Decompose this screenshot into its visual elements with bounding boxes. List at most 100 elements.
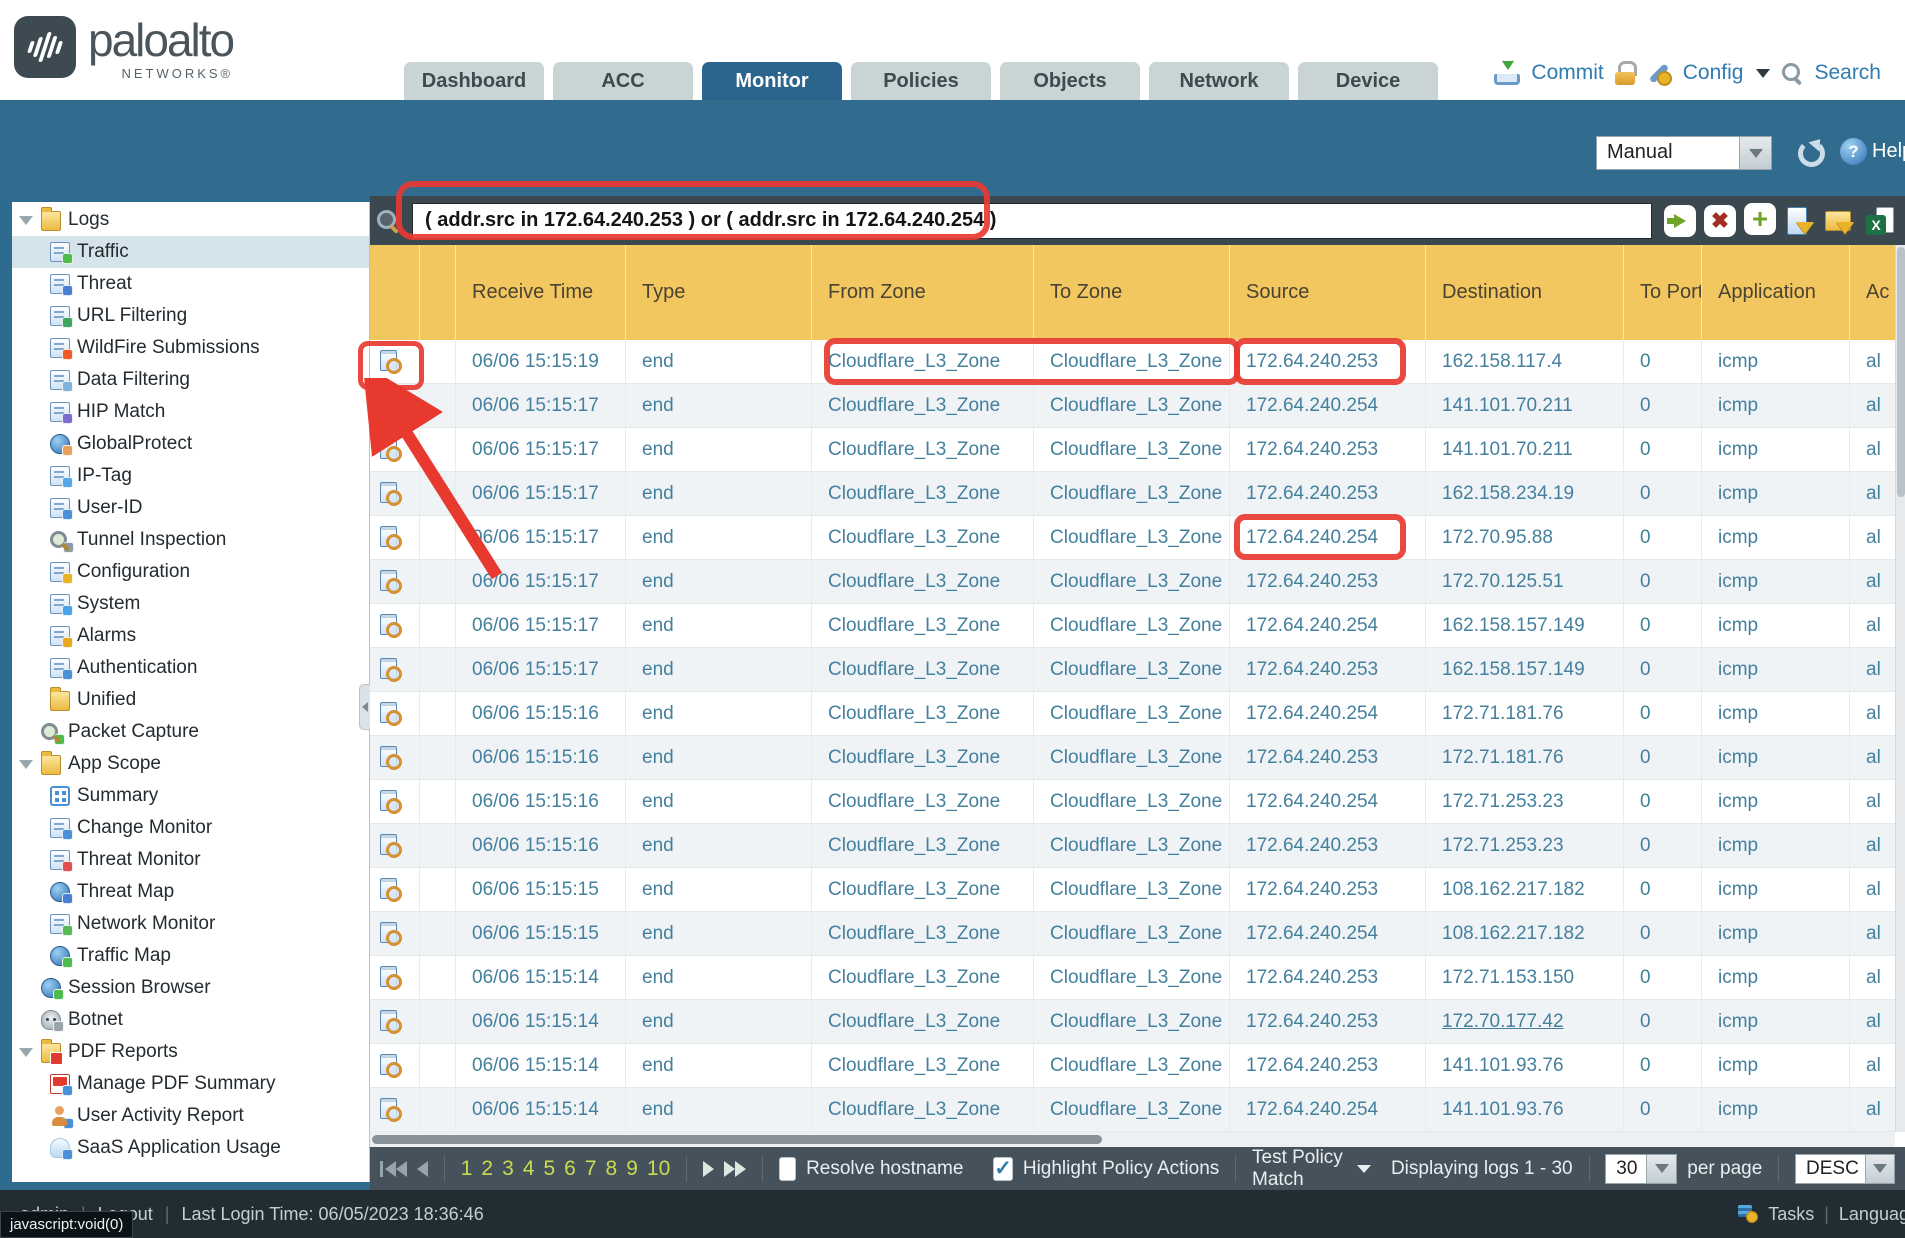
load-filter-icon[interactable]	[1824, 205, 1856, 237]
table-row[interactable]: 06/06 15:15:16 end Cloudflare_L3_Zone Cl…	[370, 736, 1895, 780]
table-row[interactable]: 06/06 15:15:14 end Cloudflare_L3_Zone Cl…	[370, 1000, 1895, 1044]
horizontal-scrollbar[interactable]	[370, 1132, 1895, 1147]
sidebar-item[interactable]: Traffic Map	[12, 940, 369, 972]
sidebar-item[interactable]: Threat Map	[12, 876, 369, 908]
page-number[interactable]: 1	[461, 1157, 473, 1181]
sidebar-item[interactable]: User Activity Report	[12, 1100, 369, 1132]
sort-order-select[interactable]: DESC	[1795, 1154, 1895, 1184]
config-button[interactable]: Config	[1683, 61, 1744, 85]
page-number[interactable]: 8	[606, 1157, 618, 1181]
page-number[interactable]: 5	[543, 1157, 555, 1181]
tab-monitor[interactable]: Monitor	[702, 62, 842, 100]
tab-dashboard[interactable]: Dashboard	[404, 62, 544, 100]
table-row[interactable]: 06/06 15:15:17 end Cloudflare_L3_Zone Cl…	[370, 516, 1895, 560]
log-detail-icon[interactable]	[380, 746, 402, 770]
filter-query-input[interactable]: ( addr.src in 172.64.240.253 ) or ( addr…	[412, 203, 1652, 239]
log-detail-icon[interactable]	[380, 658, 402, 682]
search-button[interactable]: Search	[1814, 61, 1881, 85]
config-caret-icon[interactable]	[1756, 69, 1770, 78]
table-row[interactable]: 06/06 15:15:17 end Cloudflare_L3_Zone Cl…	[370, 428, 1895, 472]
refresh-mode-select[interactable]: Manual	[1596, 136, 1772, 170]
sidebar-item[interactable]: Tunnel Inspection	[12, 524, 369, 556]
expander-icon[interactable]	[19, 216, 33, 225]
last-page-button[interactable]	[724, 1161, 746, 1177]
horizontal-scrollbar-thumb[interactable]	[372, 1135, 1102, 1144]
expander-icon[interactable]	[19, 760, 33, 769]
next-page-button[interactable]	[703, 1161, 714, 1177]
add-filter-button[interactable]: +	[1744, 203, 1776, 235]
sidebar-item[interactable]: URL Filtering	[12, 300, 369, 332]
sidebar-item[interactable]: Botnet	[12, 1004, 369, 1036]
sidebar-item[interactable]: Threat Monitor	[12, 844, 369, 876]
log-detail-icon[interactable]	[380, 614, 402, 638]
log-detail-icon[interactable]	[380, 702, 402, 726]
column-to-zone[interactable]: To Zone	[1034, 245, 1230, 340]
previous-page-button[interactable]	[417, 1161, 428, 1177]
filter-builder-icon[interactable]	[1784, 205, 1816, 237]
apply-filter-button[interactable]	[1664, 205, 1696, 237]
column-action[interactable]: Ac	[1850, 245, 1895, 340]
table-row[interactable]: 06/06 15:15:17 end Cloudflare_L3_Zone Cl…	[370, 560, 1895, 604]
tab-network[interactable]: Network	[1149, 62, 1289, 100]
page-number[interactable]: 10	[647, 1157, 670, 1181]
tab-acc[interactable]: ACC	[553, 62, 693, 100]
log-detail-icon[interactable]	[380, 1098, 402, 1122]
sidebar-item[interactable]: Summary	[12, 780, 369, 812]
table-row[interactable]: 06/06 15:15:16 end Cloudflare_L3_Zone Cl…	[370, 780, 1895, 824]
export-csv-icon[interactable]	[1864, 205, 1896, 237]
log-detail-icon[interactable]	[380, 1010, 402, 1034]
test-policy-match-button[interactable]: Test Policy Match	[1252, 1147, 1371, 1191]
log-detail-icon[interactable]	[380, 482, 402, 506]
sidebar-item[interactable]: GlobalProtect	[12, 428, 369, 460]
table-row[interactable]: 06/06 15:15:15 end Cloudflare_L3_Zone Cl…	[370, 868, 1895, 912]
table-row[interactable]: 06/06 15:15:16 end Cloudflare_L3_Zone Cl…	[370, 692, 1895, 736]
table-row[interactable]: 06/06 15:15:17 end Cloudflare_L3_Zone Cl…	[370, 384, 1895, 428]
log-detail-icon[interactable]	[380, 350, 402, 374]
help-icon[interactable]	[1840, 138, 1867, 165]
column-source[interactable]: Source	[1230, 245, 1426, 340]
sidebar-item[interactable]: System	[12, 588, 369, 620]
page-number[interactable]: 2	[481, 1157, 493, 1181]
sidebar-item[interactable]: Manage PDF Summary	[12, 1068, 369, 1100]
column-to-port[interactable]: To Port	[1624, 245, 1702, 340]
log-detail-icon[interactable]	[380, 570, 402, 594]
sidebar-item[interactable]: Network Monitor	[12, 908, 369, 940]
sidebar-item[interactable]: Configuration	[12, 556, 369, 588]
tab-device[interactable]: Device	[1298, 62, 1438, 100]
vertical-scrollbar[interactable]	[1895, 245, 1905, 1132]
log-detail-icon[interactable]	[380, 394, 402, 418]
highlight-policy-actions-checkbox[interactable]	[993, 1157, 1013, 1181]
help-label[interactable]: Help	[1872, 140, 1905, 163]
table-row[interactable]: 06/06 15:15:15 end Cloudflare_L3_Zone Cl…	[370, 912, 1895, 956]
refresh-icon[interactable]	[1798, 140, 1825, 167]
sidebar-item[interactable]: Change Monitor	[12, 812, 369, 844]
page-number[interactable]: 3	[502, 1157, 514, 1181]
log-detail-icon[interactable]	[380, 1054, 402, 1078]
tasks-button[interactable]: Tasks	[1768, 1204, 1814, 1225]
language-button[interactable]: Language	[1839, 1204, 1905, 1225]
sidebar-item[interactable]: Traffic	[12, 236, 369, 268]
sidebar-item[interactable]: App Scope	[12, 748, 369, 780]
table-row[interactable]: 06/06 15:15:17 end Cloudflare_L3_Zone Cl…	[370, 472, 1895, 516]
page-number[interactable]: 7	[585, 1157, 597, 1181]
page-number[interactable]: 6	[564, 1157, 576, 1181]
log-detail-icon[interactable]	[380, 878, 402, 902]
sidebar-item[interactable]: Packet Capture	[12, 716, 369, 748]
tab-objects[interactable]: Objects	[1000, 62, 1140, 100]
log-detail-icon[interactable]	[380, 526, 402, 550]
per-page-select[interactable]: 30	[1605, 1154, 1677, 1184]
page-number[interactable]: 4	[523, 1157, 535, 1181]
log-detail-icon[interactable]	[380, 438, 402, 462]
sidebar-item[interactable]: IP-Tag	[12, 460, 369, 492]
table-row[interactable]: 06/06 15:15:14 end Cloudflare_L3_Zone Cl…	[370, 956, 1895, 1000]
column-application[interactable]: Application	[1702, 245, 1850, 340]
log-detail-icon[interactable]	[380, 922, 402, 946]
expander-icon[interactable]	[19, 1048, 33, 1057]
log-detail-icon[interactable]	[380, 834, 402, 858]
first-page-button[interactable]	[380, 1161, 407, 1177]
per-page-arrow-icon[interactable]	[1646, 1155, 1676, 1183]
column-destination[interactable]: Destination	[1426, 245, 1624, 340]
sidebar-item[interactable]: WildFire Submissions	[12, 332, 369, 364]
sidebar-item[interactable]: PDF Reports	[12, 1036, 369, 1068]
sidebar-item[interactable]: Session Browser	[12, 972, 369, 1004]
